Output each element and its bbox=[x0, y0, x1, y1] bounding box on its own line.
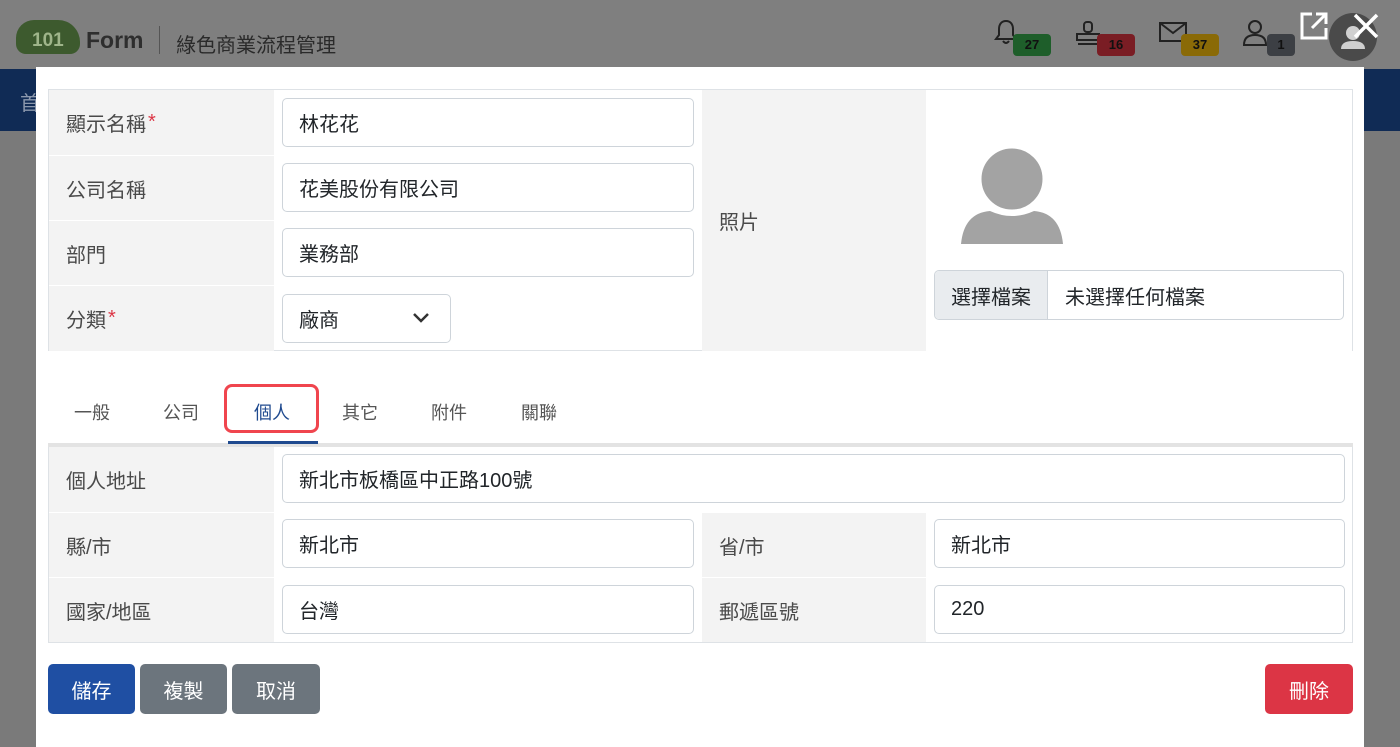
country-input[interactable]: 台灣 bbox=[282, 585, 694, 634]
department-label: 部門 bbox=[49, 220, 274, 285]
logo-number: 101 bbox=[32, 30, 64, 51]
personal-info-section: 個人地址 新北市板橋區中正路100號 縣/市 新北市 省/市 新北市 國家/地區… bbox=[48, 447, 1353, 643]
app-logo: 101 Form bbox=[14, 14, 154, 58]
postal-code-input[interactable]: 220 bbox=[934, 585, 1345, 634]
country-label: 國家/地區 bbox=[49, 577, 274, 642]
photo-label: 照片 bbox=[702, 90, 926, 351]
county-input[interactable]: 新北市 bbox=[282, 519, 694, 568]
tab-attachments[interactable]: 附件 bbox=[431, 399, 467, 425]
tab-related[interactable]: 關聯 bbox=[521, 399, 557, 425]
person-placeholder-icon bbox=[961, 145, 1063, 244]
photo-label-text: 照片 bbox=[719, 212, 759, 234]
category-label-text: 分類 bbox=[66, 310, 106, 332]
category-select[interactable]: 廠商 bbox=[282, 294, 451, 343]
postal-code-label-text: 郵遞區號 bbox=[719, 601, 799, 624]
address-label-text: 個人地址 bbox=[66, 471, 146, 493]
app-title: 綠色商業流程管理 bbox=[176, 35, 336, 57]
contact-edit-modal: 顯示名稱 * 林花花 公司名稱 花美股份有限公司 部門 業務部 分類 * 廠商 照片 bbox=[36, 67, 1364, 747]
notification-button[interactable]: 27 bbox=[993, 18, 1051, 58]
county-label: 縣/市 bbox=[49, 512, 274, 577]
approval-badge: 16 bbox=[1097, 34, 1135, 56]
company-name-label-text: 公司名稱 bbox=[66, 179, 146, 202]
delete-button[interactable]: 刪除 bbox=[1265, 664, 1353, 714]
choose-file-button[interactable]: 選擇檔案 bbox=[935, 271, 1048, 319]
department-input[interactable]: 業務部 bbox=[282, 228, 694, 277]
display-name-input[interactable]: 林花花 bbox=[282, 98, 694, 147]
county-label-text: 縣/市 bbox=[66, 536, 112, 559]
save-button[interactable]: 儲存 bbox=[48, 664, 135, 714]
address-input[interactable]: 新北市板橋區中正路100號 bbox=[282, 454, 1345, 503]
mail-badge: 37 bbox=[1181, 34, 1219, 56]
required-marker: * bbox=[108, 307, 116, 329]
notification-badge: 27 bbox=[1013, 34, 1051, 56]
basic-info-section: 顯示名稱 * 林花花 公司名稱 花美股份有限公司 部門 業務部 分類 * 廠商 照片 bbox=[48, 89, 1353, 351]
logo-word: Form bbox=[86, 27, 144, 53]
province-input[interactable]: 新北市 bbox=[934, 519, 1345, 568]
user-button[interactable]: 1 bbox=[1243, 18, 1295, 58]
detail-tabs: 一般 公司 個人 其它 附件 關聯 bbox=[48, 377, 1353, 447]
chevron-down-icon bbox=[413, 313, 429, 323]
copy-button[interactable]: 複製 bbox=[140, 664, 227, 714]
display-name-label-text: 顯示名稱 bbox=[66, 114, 146, 136]
company-name-label: 公司名稱 bbox=[49, 155, 274, 220]
province-label: 省/市 bbox=[702, 512, 926, 577]
close-icon[interactable] bbox=[1352, 12, 1380, 40]
file-status-text: 未選擇任何檔案 bbox=[1065, 286, 1205, 309]
tab-other[interactable]: 其它 bbox=[342, 399, 378, 425]
province-label-text: 省/市 bbox=[719, 536, 765, 559]
photo-file-input[interactable]: 選擇檔案 未選擇任何檔案 bbox=[934, 270, 1344, 320]
photo-cell: 選擇檔案 未選擇任何檔案 bbox=[926, 90, 1352, 351]
department-label-text: 部門 bbox=[66, 244, 106, 267]
category-label: 分類 * bbox=[49, 285, 274, 351]
user-badge: 1 bbox=[1267, 34, 1295, 56]
required-marker: * bbox=[148, 111, 156, 133]
user-icon bbox=[1243, 20, 1267, 46]
category-selected-value: 廠商 bbox=[299, 310, 339, 332]
header-divider bbox=[159, 26, 160, 54]
display-name-label: 顯示名稱 * bbox=[49, 90, 274, 155]
country-label-text: 國家/地區 bbox=[66, 601, 152, 624]
open-external-icon[interactable] bbox=[1298, 10, 1330, 42]
active-tab-indicator bbox=[228, 441, 318, 444]
postal-code-label: 郵遞區號 bbox=[702, 577, 926, 642]
company-name-input[interactable]: 花美股份有限公司 bbox=[282, 163, 694, 212]
tab-company[interactable]: 公司 bbox=[163, 399, 199, 425]
approval-button[interactable]: 16 bbox=[1075, 18, 1135, 58]
cancel-button[interactable]: 取消 bbox=[232, 664, 320, 714]
mail-button[interactable]: 37 bbox=[1158, 18, 1219, 58]
tab-general[interactable]: 一般 bbox=[74, 399, 110, 425]
highlight-box bbox=[224, 384, 319, 433]
app-header: 101 Form 綠色商業流程管理 27 16 37 1 bbox=[0, 0, 1400, 69]
address-label: 個人地址 bbox=[49, 447, 274, 512]
